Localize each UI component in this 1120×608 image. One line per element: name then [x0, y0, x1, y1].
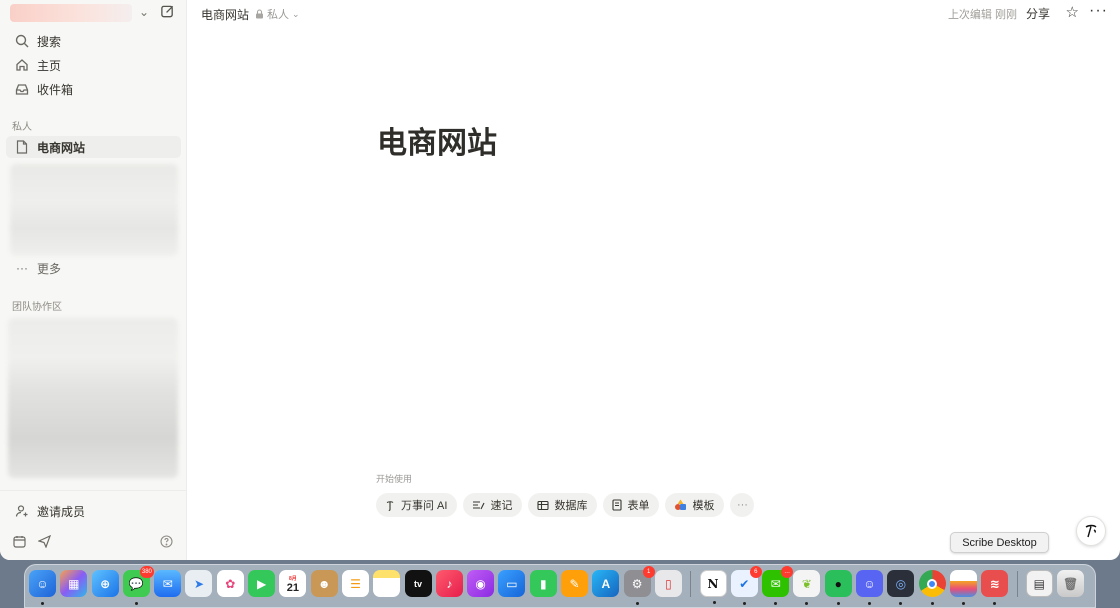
chevron-down-icon[interactable]: ⌄	[139, 5, 149, 19]
more-options-icon[interactable]: ···	[1089, 2, 1108, 20]
music-icon[interactable]: ♪	[435, 570, 463, 597]
document-stack-icon[interactable]: ▤	[1025, 570, 1053, 597]
notion-icon[interactable]: N	[699, 570, 727, 604]
launchpad-icon[interactable]: ▦	[60, 570, 88, 597]
iphone-mirroring-icon[interactable]: ▯	[654, 570, 682, 597]
get-started-actions: 万事问 AI 速记 数据库 表单 模板 ···	[376, 493, 755, 517]
form-button[interactable]: 表单	[603, 493, 660, 517]
dock-separator	[1016, 570, 1018, 597]
add-user-icon	[14, 503, 30, 519]
star-icon[interactable]: ☆	[1066, 3, 1079, 21]
chip-label: 数据库	[554, 500, 588, 512]
templates-button[interactable]: 模板	[665, 493, 725, 517]
quicktime-icon[interactable]: ◎	[887, 570, 915, 605]
invite-members-button[interactable]: 邀请成员	[6, 500, 181, 522]
inbox-icon	[14, 81, 30, 97]
more-actions-button[interactable]: ···	[730, 493, 755, 517]
apple-tv-icon[interactable]: tv	[404, 570, 432, 597]
new-page-icon[interactable]	[160, 4, 175, 19]
app-window: ⌄ 搜索 主页 收件箱 私人 电商网站 ··· 更多 团队协作区 邀请成员 电商…	[0, 0, 1120, 560]
quick-note-button[interactable]: 速记	[463, 493, 523, 517]
keynote-icon[interactable]: ▭	[498, 570, 526, 597]
arc-icon[interactable]	[949, 570, 977, 605]
sidebar-item-more[interactable]: ··· 更多	[6, 257, 181, 279]
scribe-icon	[1085, 524, 1097, 538]
scribe-floating-button[interactable]	[1076, 516, 1106, 546]
system-settings-icon[interactable]: ⚙ 1	[623, 566, 655, 605]
dock: ☺ ▦ ⊕ 💬 380 ✉ ➤ ✿ ▶ 8月 21 ☻ ☰ tv ♪ ◉ ▭ ▮ ✎…	[24, 564, 1096, 608]
blurred-team-list	[8, 318, 178, 478]
green-app-icon[interactable]: ●	[824, 570, 852, 605]
discord-icon[interactable]: ☺	[856, 570, 884, 605]
app-store-icon[interactable]: A	[592, 570, 620, 597]
chrome-icon[interactable]	[918, 570, 946, 605]
safari-icon[interactable]: ⊕	[91, 570, 119, 597]
workspace-switcher[interactable]	[10, 4, 132, 22]
page-title[interactable]: 电商网站	[377, 118, 497, 162]
messages-icon[interactable]: 💬 380	[122, 566, 154, 605]
sidebar-item-label: 电商网站	[37, 140, 86, 155]
chip-label: 表单	[627, 500, 650, 512]
dock-tooltip: Scribe Desktop	[950, 532, 1049, 553]
podcasts-icon[interactable]: ◉	[467, 570, 495, 597]
wechat-icon[interactable]: ✉…	[762, 566, 794, 605]
dock-separator	[690, 570, 692, 597]
pages-icon[interactable]: ✎	[561, 570, 589, 597]
send-icon[interactable]	[38, 535, 51, 548]
table-icon	[537, 500, 550, 510]
page-icon	[14, 139, 30, 155]
database-button[interactable]: 数据库	[528, 493, 598, 517]
home-icon	[14, 57, 30, 73]
chip-label: 速记	[490, 500, 513, 512]
calendar-icon[interactable]	[13, 535, 26, 548]
numbers-icon[interactable]: ▮	[529, 570, 557, 597]
invite-members-label: 邀请成员	[37, 504, 86, 519]
share-button[interactable]: 分享	[1026, 5, 1050, 22]
form-icon	[612, 499, 623, 511]
leaf-app-icon[interactable]: ❦	[793, 570, 821, 605]
help-icon[interactable]	[160, 535, 173, 548]
sidebar: ⌄ 搜索 主页 收件箱 私人 电商网站 ··· 更多 团队协作区 邀请成员	[0, 0, 187, 560]
facetime-icon[interactable]: ▶	[248, 570, 276, 597]
get-started-label: 开始使用	[376, 474, 413, 484]
privacy-label: 私人	[267, 9, 289, 21]
notes-app-icon[interactable]	[373, 570, 401, 597]
sidebar-item-label: 更多	[37, 261, 62, 276]
trash-icon[interactable]: 🗑	[1057, 570, 1085, 597]
mail-icon[interactable]: ✉	[154, 570, 182, 597]
search-icon	[14, 33, 30, 49]
privacy-indicator[interactable]: 私人 ⌄	[255, 6, 300, 22]
chevron-down-icon: ⌄	[292, 8, 300, 19]
last-edited: 上次编辑 刚刚	[947, 9, 1017, 21]
maps-icon[interactable]: ➤	[185, 570, 213, 597]
reminders-icon[interactable]: ☰	[341, 570, 369, 597]
breadcrumb[interactable]: 电商网站	[201, 6, 249, 23]
ask-ai-button[interactable]: 万事问 AI	[376, 493, 458, 517]
notes-icon	[473, 500, 485, 509]
sidebar-item-ecommerce[interactable]: 电商网站	[6, 136, 181, 158]
sidebar-footer: 邀请成员	[0, 490, 187, 548]
more-horizontal-icon: ···	[16, 261, 28, 275]
scribe-desktop-icon[interactable]: ≋	[981, 570, 1009, 605]
blurred-page-list	[10, 164, 178, 256]
topbar: 电商网站 私人 ⌄ 上次编辑 刚刚 分享 ☆ ···	[187, 0, 1120, 26]
private-section-heading: 私人	[12, 122, 32, 133]
sidebar-item-inbox[interactable]: 收件箱	[6, 78, 181, 100]
photos-icon[interactable]: ✿	[216, 570, 244, 597]
contacts-icon[interactable]: ☻	[310, 570, 338, 597]
ai-icon	[386, 500, 394, 511]
chip-label: 万事问 AI	[401, 500, 448, 512]
sidebar-item-home[interactable]: 主页	[6, 54, 181, 76]
lock-icon	[256, 9, 263, 19]
team-section-heading: 团队协作区	[12, 302, 62, 313]
templates-icon	[675, 499, 687, 510]
sidebar-item-label: 主页	[37, 58, 62, 73]
calendar-app-icon[interactable]: 8月 21	[279, 570, 307, 597]
sidebar-item-label: 收件箱	[37, 82, 74, 97]
sidebar-item-label: 搜索	[37, 34, 62, 49]
sidebar-item-search[interactable]: 搜索	[6, 30, 181, 52]
chip-label: 模板	[692, 500, 715, 512]
finder-icon[interactable]: ☺	[29, 570, 56, 605]
mail-client-icon[interactable]: ✔ 6	[730, 566, 762, 605]
